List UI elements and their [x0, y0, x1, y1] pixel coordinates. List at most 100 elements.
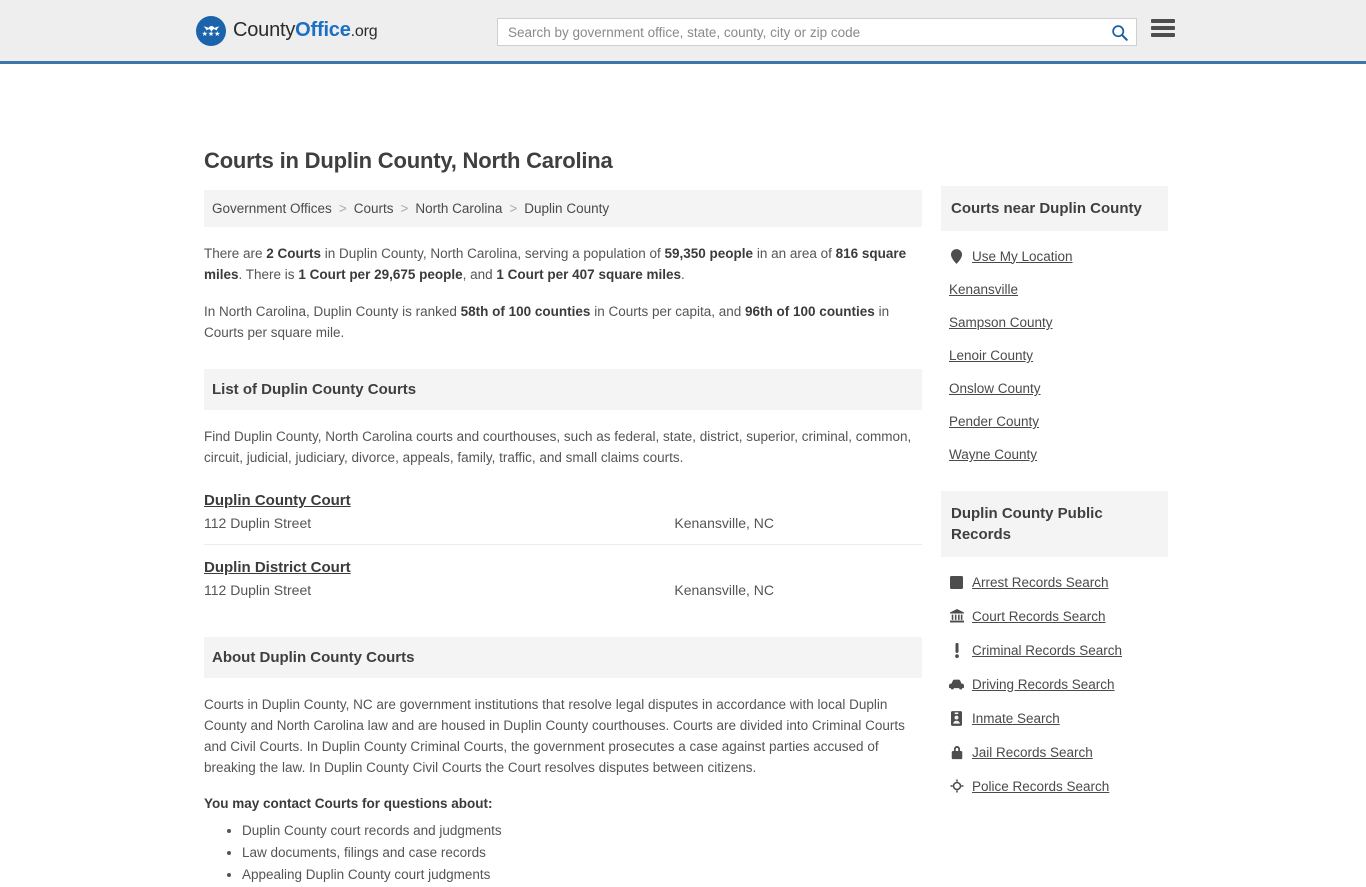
stats-text: in Courts per capita, and	[590, 304, 746, 319]
fingerprint-icon	[949, 574, 964, 590]
sidebar-link-label[interactable]: Pender County	[949, 414, 1039, 429]
court-city-state: Kenansville, NC	[674, 515, 774, 531]
sidebar-item-arrest-records-search[interactable]: Arrest Records Search	[941, 565, 1168, 599]
list-item: Law documents, filings and case records	[242, 843, 922, 863]
sidebar-item-jail-records-search[interactable]: Jail Records Search	[941, 735, 1168, 769]
search-input[interactable]	[498, 24, 1102, 40]
logo-text-office: Office	[295, 19, 351, 41]
sidebar-link-label[interactable]: Inmate Search	[972, 711, 1060, 726]
main-content: Courts in Duplin County, North Carolina …	[204, 148, 922, 887]
sidebar-item-police-records-search[interactable]: Police Records Search	[941, 769, 1168, 803]
stats-text: In North Carolina, Duplin County is rank…	[204, 304, 461, 319]
about-section-body: Courts in Duplin County, NC are governme…	[204, 697, 905, 775]
breadcrumb-separator: >	[338, 201, 347, 216]
sidebar-link-label[interactable]: Onslow County	[949, 381, 1041, 396]
sidebar-link-label[interactable]: Arrest Records Search	[972, 575, 1109, 590]
hamburger-bar	[1151, 33, 1175, 37]
search-icon	[1111, 24, 1128, 41]
court-city-state: Kenansville, NC	[674, 582, 774, 598]
court-list: Duplin County Court 112 Duplin Street Ke…	[204, 478, 922, 611]
stats-rank-per-capita: 58th of 100 counties	[460, 304, 591, 319]
id-badge-icon	[949, 710, 964, 726]
breadcrumb: Government Offices > Courts > North Caro…	[204, 190, 922, 227]
about-section-heading: About Duplin County Courts	[204, 637, 922, 678]
sidebar-item-sampson-county[interactable]: Sampson County	[941, 306, 1168, 339]
court-address: 112 Duplin Street	[204, 582, 312, 598]
page-title: Courts in Duplin County, North Carolina	[204, 148, 613, 173]
logo-text-county: County	[233, 19, 296, 41]
car-icon	[949, 676, 964, 692]
stats-text: . There is	[238, 267, 299, 282]
hamburger-bar	[1151, 19, 1175, 23]
nearby-courts-heading: Courts near Duplin County	[941, 186, 1168, 231]
court-name-link[interactable]: Duplin District Court	[204, 559, 351, 576]
sidebar-link-label[interactable]: Court Records Search	[972, 609, 1106, 624]
sidebar-link-label[interactable]: Wayne County	[949, 447, 1037, 462]
exclamation-icon	[949, 642, 964, 658]
contact-lead-text: You may contact Courts for questions abo…	[204, 796, 493, 811]
padlock-icon	[949, 744, 964, 760]
stats-per-capita: 1 Court per 29,675 people	[298, 267, 463, 282]
stats-text: .	[680, 267, 685, 282]
court-name-link[interactable]: Duplin County Court	[204, 492, 351, 509]
stats-paragraph-1: There are 2 Courts in Duplin County, Nor…	[204, 243, 922, 285]
sidebar-link-label[interactable]: Police Records Search	[972, 779, 1109, 794]
sidebar-link-label[interactable]: Driving Records Search	[972, 677, 1115, 692]
sidebar-item-inmate-search[interactable]: Inmate Search	[941, 701, 1168, 735]
stats-per-square-mile: 1 Court per 407 square miles	[496, 267, 681, 282]
breadcrumb-item-courts[interactable]: Courts	[354, 201, 394, 216]
sidebar-item-wayne-county[interactable]: Wayne County	[941, 438, 1168, 471]
police-badge-icon	[949, 778, 964, 794]
sidebar-item-onslow-county[interactable]: Onslow County	[941, 372, 1168, 405]
site-logo[interactable]: ★★★ CountyOffice.org	[196, 15, 378, 46]
eagle-seal-icon: ★★★	[196, 15, 226, 46]
list-section-description: Find Duplin County, North Carolina court…	[204, 429, 912, 465]
search-button[interactable]	[1102, 19, 1136, 45]
breadcrumb-item-north-carolina[interactable]: North Carolina	[415, 201, 502, 216]
public-records-block: Duplin County Public Records Arrest Reco…	[941, 491, 1168, 803]
site-header: ★★★ CountyOffice.org	[0, 0, 1366, 64]
stats-text: in Duplin County, North Carolina, servin…	[321, 246, 665, 261]
sidebar-item-criminal-records-search[interactable]: Criminal Records Search	[941, 633, 1168, 667]
breadcrumb-item-duplin-county[interactable]: Duplin County	[524, 201, 609, 216]
court-list-item: Duplin District Court 112 Duplin Street …	[204, 545, 922, 611]
stats-text: in an area of	[753, 246, 836, 261]
sidebar-item-pender-county[interactable]: Pender County	[941, 405, 1168, 438]
sidebar-link-label[interactable]: Criminal Records Search	[972, 643, 1122, 658]
list-item: Appealing Duplin County court judgments	[242, 865, 922, 885]
public-records-heading: Duplin County Public Records	[941, 491, 1168, 557]
sidebar-item-lenoir-county[interactable]: Lenoir County	[941, 339, 1168, 372]
logo-text-org: .org	[350, 23, 378, 40]
hamburger-menu-icon[interactable]	[1151, 19, 1175, 37]
court-address: 112 Duplin Street	[204, 515, 312, 531]
contact-topics-list: Duplin County court records and judgment…	[204, 821, 922, 885]
stats-court-count: 2 Courts	[266, 246, 322, 261]
list-section-heading: List of Duplin County Courts	[204, 369, 922, 410]
map-pin-icon	[949, 248, 964, 264]
courthouse-icon	[949, 608, 964, 624]
search-bar[interactable]	[497, 18, 1137, 46]
nearby-courts-list: Use My Location Kenansville Sampson Coun…	[941, 239, 1168, 471]
sidebar-item-court-records-search[interactable]: Court Records Search	[941, 599, 1168, 633]
breadcrumb-item-government-offices[interactable]: Government Offices	[212, 201, 332, 216]
sidebar-item-use-my-location[interactable]: Use My Location	[941, 239, 1168, 273]
stats-text: , and	[462, 267, 497, 282]
sidebar-link-label[interactable]: Lenoir County	[949, 348, 1033, 363]
stars-glyph: ★★★	[201, 30, 221, 38]
sidebar-link-label[interactable]: Sampson County	[949, 315, 1053, 330]
list-item: Duplin County court records and judgment…	[242, 821, 922, 841]
sidebar-link-label[interactable]: Jail Records Search	[972, 745, 1093, 760]
court-list-item: Duplin County Court 112 Duplin Street Ke…	[204, 478, 922, 545]
sidebar-link-label[interactable]: Kenansville	[949, 282, 1018, 297]
breadcrumb-separator: >	[400, 201, 409, 216]
stats-population: 59,350 people	[664, 246, 754, 261]
sidebar-item-kenansville[interactable]: Kenansville	[941, 273, 1168, 306]
sidebar-item-driving-records-search[interactable]: Driving Records Search	[941, 667, 1168, 701]
logo-text: CountyOffice.org	[233, 19, 378, 42]
public-records-list: Arrest Records Search Court Records Sear…	[941, 565, 1168, 803]
stats-text: There are	[204, 246, 267, 261]
hamburger-bar	[1151, 26, 1175, 30]
stats-paragraph-2: In North Carolina, Duplin County is rank…	[204, 301, 922, 343]
sidebar-link-label[interactable]: Use My Location	[972, 249, 1073, 264]
stats-rank-per-square-mile: 96th of 100 counties	[745, 304, 875, 319]
